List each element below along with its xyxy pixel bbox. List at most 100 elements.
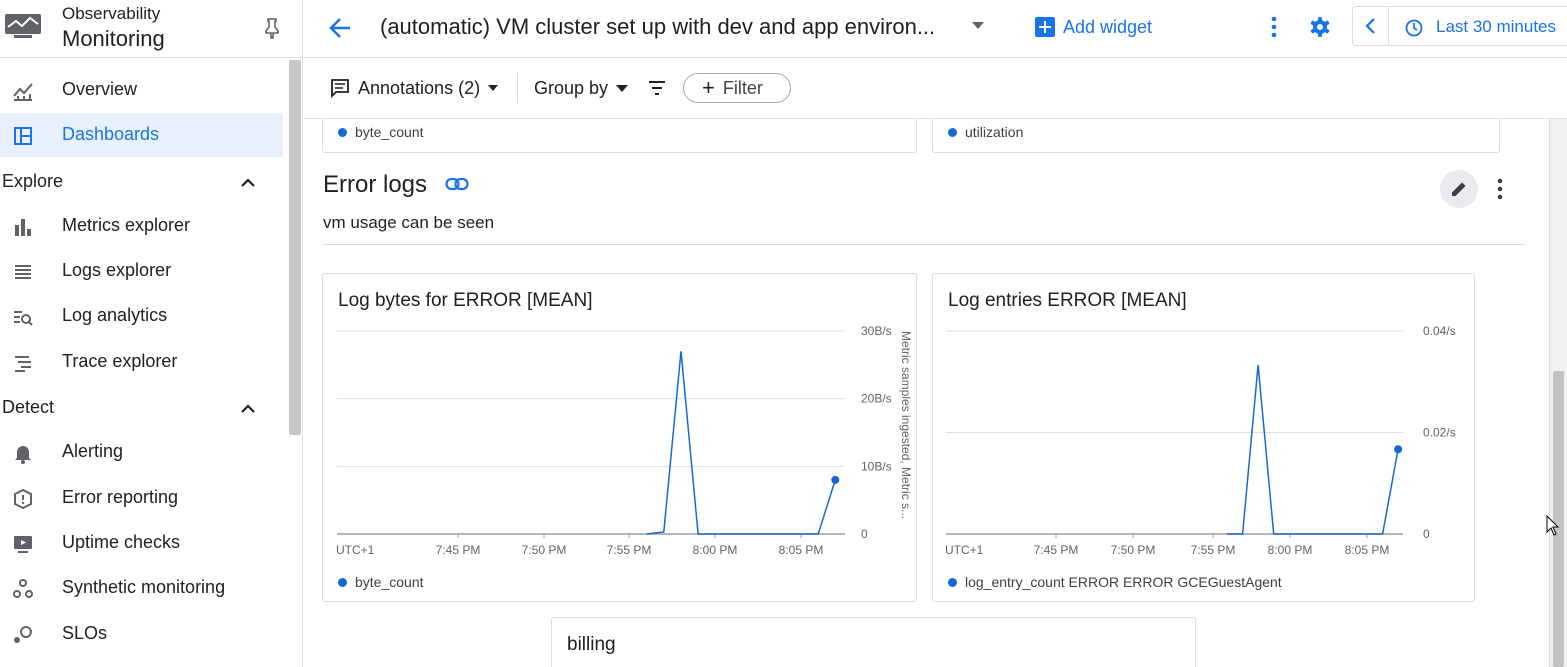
x-tick-label: 7:45 PM: [436, 543, 481, 557]
more-vert-icon[interactable]: [1270, 16, 1278, 38]
x-tick-label: 7:45 PM: [1034, 543, 1079, 557]
sidebar-item-label: Log analytics: [62, 305, 168, 325]
sidebar-item-uptime-checks[interactable]: Uptime checks: [0, 521, 283, 565]
more-vert-icon[interactable]: [1496, 177, 1504, 201]
widget-card-log-bytes[interactable]: Log bytes for ERROR [MEAN] 0 10B/s 20B/s 30…: [322, 273, 917, 602]
brand-subtitle: Observability: [62, 4, 161, 23]
sidebar-item-label: Alerting: [62, 441, 124, 461]
sidebar-item-metrics-explorer[interactable]: Metrics explorer: [0, 204, 283, 248]
log-entries-chart: 0 0.02/s 0.04/s UTC+1 7:45 PM 7:50 PM 7:55 PM 8…: [945, 324, 1456, 557]
series-line: [1227, 364, 1399, 535]
y-axis-label: Metric samples ingested, Metric s...: [899, 331, 913, 519]
x-tick-label: 7:55 PM: [1191, 543, 1236, 557]
filter-list-icon[interactable]: [647, 79, 667, 97]
legend-label: utilization: [965, 124, 1024, 140]
sidebar-item-label: SLOs: [62, 623, 108, 643]
chart-title: billing: [567, 634, 616, 655]
sidebar-item-label: Uptime checks: [62, 532, 181, 552]
sidebar-item-alerting[interactable]: Alerting: [0, 430, 283, 474]
dashboard-content: byte_count utilization Error logs vm usa…: [304, 119, 1549, 667]
sidebar-item-label: Trace explorer: [62, 351, 178, 371]
x-tick-label: UTC+1: [336, 543, 375, 557]
section-title: Error logs: [323, 171, 428, 198]
explore-section-header[interactable]: Explore: [2, 171, 63, 192]
chevron-up-icon[interactable]: [239, 402, 257, 414]
widget-card-log-entries[interactable]: Log entries ERROR [MEAN] 0 0.02/s 0.04/s UT…: [932, 273, 1475, 602]
overview-chart-icon: [13, 83, 33, 101]
brand-title: Monitoring: [62, 26, 165, 51]
edit-section-button[interactable]: [1440, 170, 1478, 208]
gear-icon[interactable]: [1309, 16, 1331, 38]
dashboards-icon: [14, 127, 32, 145]
main-scrollbar[interactable]: [1549, 119, 1567, 667]
x-tick-label: 7:55 PM: [607, 543, 652, 557]
add-widget-button[interactable]: Add widget: [1035, 14, 1152, 40]
y-tick-label: 20B/s: [861, 392, 892, 406]
caret-down-icon: [488, 85, 499, 91]
series-line: [646, 351, 837, 535]
chevron-up-icon[interactable]: [239, 176, 257, 188]
sidebar-item-trace-explorer[interactable]: Trace explorer: [0, 340, 283, 384]
add-widget-label: Add widget: [1063, 16, 1153, 37]
x-tick-label: 8:00 PM: [693, 543, 738, 557]
chart-legend: byte_count: [338, 574, 424, 590]
plus-icon: +: [702, 75, 715, 100]
mouse-cursor-icon: [1546, 515, 1560, 536]
chart-legend: utilization: [948, 124, 1023, 140]
x-tick-label: 8:05 PM: [779, 543, 824, 557]
pin-icon[interactable]: [262, 17, 282, 39]
sidebar-item-logs-explorer[interactable]: Logs explorer: [0, 249, 283, 293]
group-by-button[interactable]: Group by: [534, 76, 629, 100]
add-filter-button[interactable]: + Filter: [683, 73, 791, 103]
comment-icon: [331, 79, 349, 98]
annotations-button[interactable]: Annotations (2): [330, 76, 506, 100]
toolbar-divider: [517, 73, 518, 103]
detect-section-header[interactable]: Detect: [2, 397, 54, 418]
y-tick-label: 0.04/s: [1423, 324, 1456, 338]
monitor-icon: [14, 536, 32, 553]
sidebar: Observability Monitoring Overview Dashbo…: [0, 0, 303, 667]
dashboard-header: (automatic) VM cluster set up with dev a…: [304, 0, 1567, 58]
sidebar-item-slos[interactable]: SLOs: [0, 612, 283, 656]
chart-legend: byte_count: [338, 124, 424, 140]
sidebar-scrollbar[interactable]: [289, 60, 301, 435]
series-color-dot: [948, 577, 957, 587]
log-bytes-chart: 0 10B/s 20B/s 30B/s UTC+1 7:45 PM 7:50 PM 7:55 …: [336, 324, 913, 557]
chevron-left-icon: [1365, 18, 1375, 34]
trace-icon: [15, 356, 31, 372]
y-tick-label: 10B/s: [861, 459, 892, 473]
brand-header: Observability Monitoring: [0, 0, 303, 58]
back-arrow-icon[interactable]: [328, 15, 354, 41]
widget-card-top-right: utilization: [932, 119, 1500, 153]
sidebar-item-label: Error reporting: [62, 487, 179, 507]
dashboard-title[interactable]: (automatic) VM cluster set up with dev a…: [380, 14, 935, 40]
sidebar-item-overview[interactable]: Overview: [0, 68, 283, 112]
slo-icon: [14, 626, 32, 643]
time-range-selector[interactable]: Last 30 minutes: [1352, 6, 1567, 46]
logs-lines-icon: [15, 265, 31, 279]
clock-icon: [1405, 19, 1423, 37]
sidebar-item-dashboards[interactable]: Dashboards: [0, 113, 283, 157]
sidebar-item-label: Synthetic monitoring: [62, 577, 226, 597]
y-tick-label: 0: [861, 527, 868, 541]
series-last-point: [1394, 445, 1403, 454]
legend-label: log_entry_count ERROR ERROR GCEGuestAgen…: [965, 574, 1282, 590]
caret-down-icon[interactable]: [972, 22, 984, 30]
sidebar-item-label: Logs explorer: [62, 260, 172, 280]
previous-range-button[interactable]: [1353, 7, 1389, 45]
x-tick-label: 7:50 PM: [522, 543, 567, 557]
time-range-label: Last 30 minutes: [1436, 17, 1557, 36]
sidebar-item-error-reporting[interactable]: Error reporting: [0, 476, 283, 520]
x-tick-label: 8:00 PM: [1268, 543, 1313, 557]
sidebar-item-log-analytics[interactable]: Log analytics: [0, 294, 283, 338]
synthetic-icon: [13, 579, 33, 598]
monitoring-logo-icon: [5, 14, 41, 38]
sidebar-item-synthetic-monitoring[interactable]: Synthetic monitoring: [0, 566, 283, 610]
widget-card-billing[interactable]: billing: [551, 617, 1196, 667]
legend-label: byte_count: [355, 574, 424, 590]
y-tick-label: 30B/s: [861, 324, 892, 338]
x-tick-label: 8:05 PM: [1345, 543, 1390, 557]
link-icon[interactable]: [445, 175, 469, 193]
y-tick-label: 0: [1423, 527, 1430, 541]
filter-label: Filter: [722, 77, 763, 98]
